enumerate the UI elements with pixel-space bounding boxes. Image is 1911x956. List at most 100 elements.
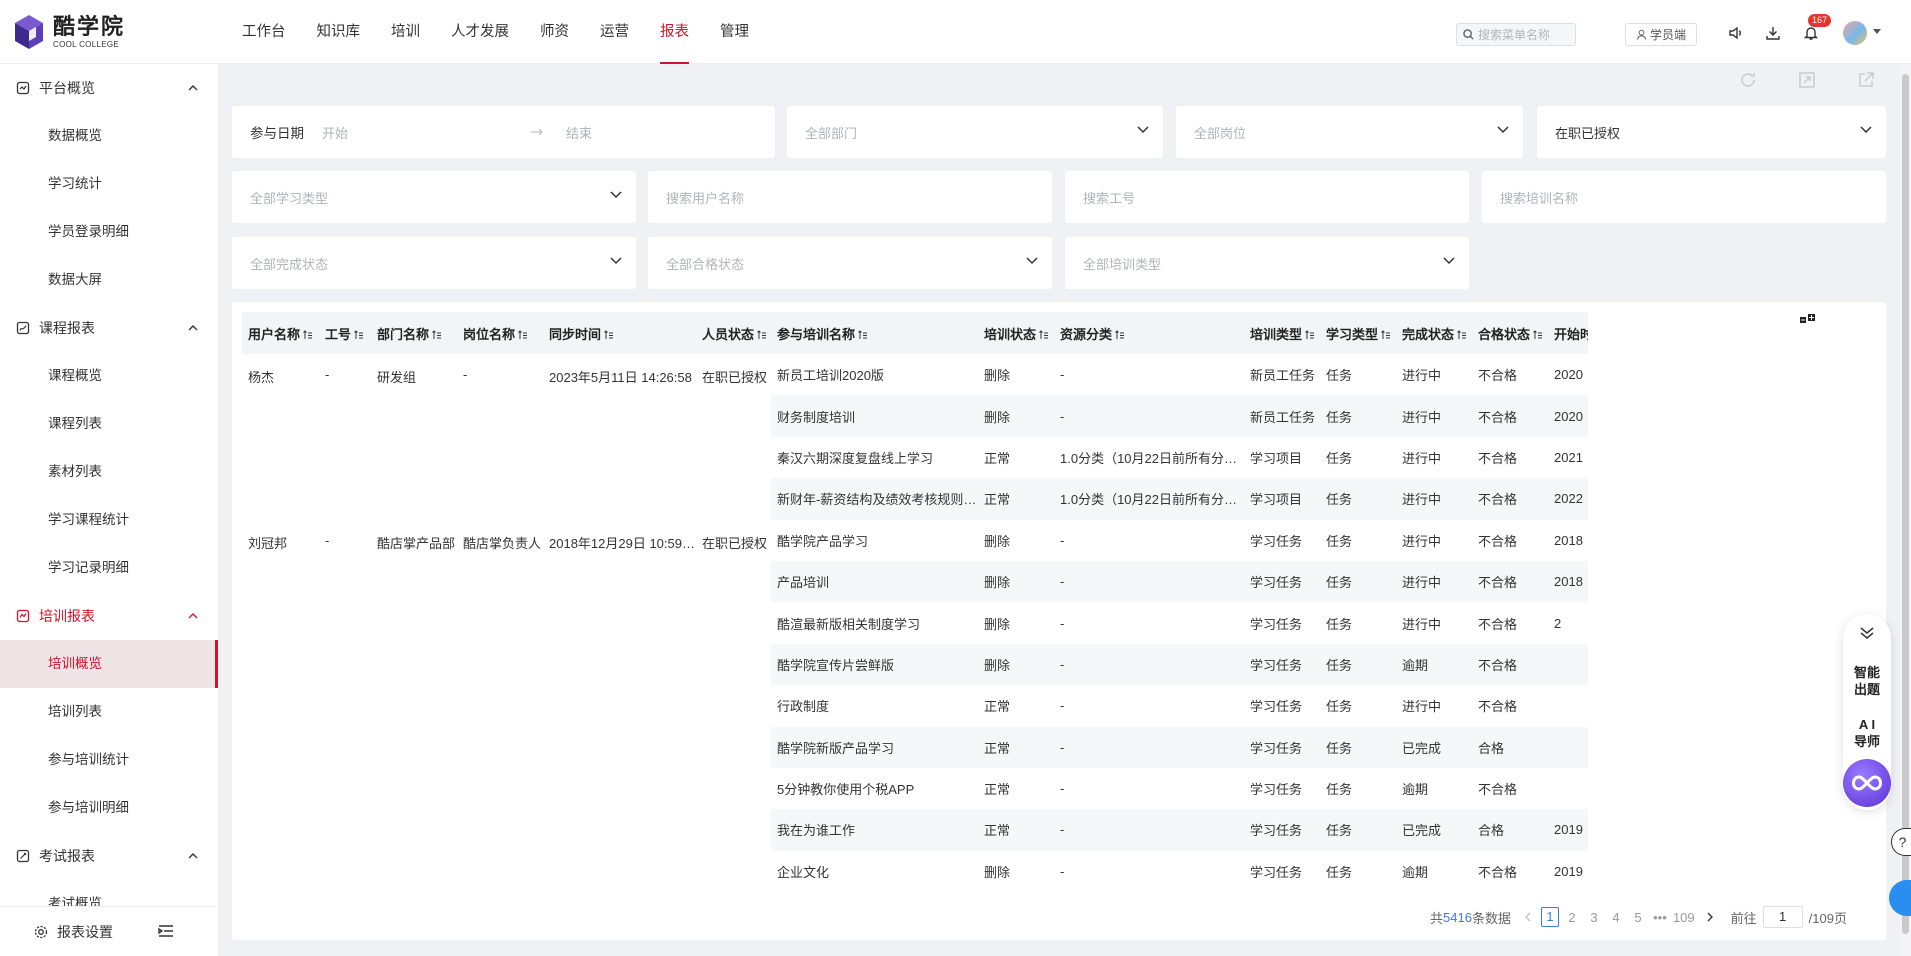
avatar[interactable] [1843,21,1867,45]
date-start-input[interactable]: 开始 [322,123,530,142]
smart-question-button[interactable]: 智能出题 [1843,664,1891,698]
sort-icon[interactable] [1533,330,1543,340]
sidebar-item[interactable]: 学员登录明细 [0,208,218,256]
sort-icon[interactable] [432,330,442,340]
column-header[interactable]: 用户名称 [242,312,319,354]
ai-tutor-button[interactable]: A I 导师 [1843,716,1891,750]
nav-item-5[interactable]: 运营 [600,0,629,64]
sort-icon[interactable] [757,330,767,340]
double-chevron-down-icon[interactable] [1859,626,1875,640]
column-header[interactable]: 工号 [319,312,371,354]
column-header[interactable]: 开始时 [1548,312,1588,354]
sidebar-group-1[interactable]: 课程报表 [0,304,218,352]
nav-item-6[interactable]: 报表 [660,0,689,64]
study-type-select[interactable]: 全部学习类型 [232,171,636,223]
page-scrollbar[interactable] [1900,64,1911,956]
column-header[interactable]: 学习类型 [1320,312,1396,354]
column-header[interactable]: 资源分类 [1054,312,1244,354]
table-cell: 不合格 [1478,368,1518,384]
sort-icon[interactable] [1039,330,1049,340]
table-cell: 学习任务 [1250,864,1303,880]
user-search-input[interactable]: 搜索用户名称 [648,171,1052,223]
date-range-picker[interactable]: 参与日期 开始 结束 [232,106,775,158]
sidebar-item[interactable]: 学习统计 [0,160,218,208]
pass-status-select[interactable]: 全部合格状态 [648,237,1052,289]
report-settings-button[interactable]: 报表设置 [0,906,218,956]
page-number[interactable]: 109 [1673,910,1695,925]
next-page-icon[interactable] [1705,912,1715,922]
nav-item-7[interactable]: 管理 [720,0,749,64]
training-search-input[interactable]: 搜索培训名称 [1482,171,1886,223]
goto-page-input[interactable]: 1 [1762,906,1803,928]
post-select[interactable]: 全部岗位 [1176,106,1523,158]
nav-item-1[interactable]: 知识库 [317,0,361,64]
page-number[interactable]: 4 [1607,910,1625,925]
ai-assistant-orb[interactable] [1843,759,1891,807]
page-number[interactable]: 3 [1585,910,1603,925]
fullscreen-icon[interactable] [1797,70,1817,90]
sort-icon[interactable] [1115,330,1125,340]
sidebar-item[interactable]: 学习记录明细 [0,544,218,592]
column-settings-icon[interactable] [1800,314,1816,326]
page-number[interactable]: 1 [1540,907,1559,927]
sidebar-item[interactable]: 参与培训明细 [0,784,218,832]
date-end-input[interactable]: 结束 [566,123,592,142]
sort-icon[interactable] [1381,330,1391,340]
table-cell: 正常 [984,450,1011,466]
student-portal-button[interactable]: 学员端 [1625,23,1697,46]
sidebar-item[interactable]: 素材列表 [0,448,218,496]
nav-item-3[interactable]: 人才发展 [451,0,509,64]
sidebar-item[interactable]: 培训概览 [0,640,218,688]
column-header[interactable]: 完成状态 [1396,312,1472,354]
sidebar-item[interactable]: 数据概览 [0,112,218,160]
prev-page-icon[interactable] [1523,912,1533,922]
customer-service-button[interactable] [1889,880,1911,916]
refresh-icon[interactable] [1738,70,1758,90]
sidebar-item[interactable]: 培训列表 [0,688,218,736]
scrollbar-thumb[interactable] [1902,74,1909,934]
page-number[interactable]: ••• [1651,910,1669,925]
job-number-input[interactable]: 搜索工号 [1065,171,1469,223]
sidebar-item[interactable]: 数据大屏 [0,256,218,304]
column-header[interactable]: 同步时间 [543,312,696,354]
sidebar-item[interactable]: 参与培训统计 [0,736,218,784]
column-header[interactable]: 合格状态 [1472,312,1548,354]
column-header[interactable]: 参与培训名称 [771,312,978,354]
sidebar-item[interactable]: 课程概览 [0,352,218,400]
brand-logo[interactable]: 酷学院 COOL COLLEGE [14,14,125,50]
sort-icon[interactable] [303,330,313,340]
download-icon[interactable] [1764,24,1782,42]
help-button[interactable]: ? [1891,828,1911,856]
complete-status-select[interactable]: 全部完成状态 [232,237,636,289]
employee-status-select[interactable]: 在职已授权 [1537,106,1886,158]
sort-icon[interactable] [1305,330,1315,340]
sort-icon[interactable] [1457,330,1467,340]
sort-icon[interactable] [604,330,614,340]
sidebar-item[interactable]: 学习课程统计 [0,496,218,544]
collapse-menu-icon[interactable] [158,924,174,938]
nav-item-4[interactable]: 师资 [540,0,569,64]
sort-icon[interactable] [354,330,364,340]
sidebar-group-0[interactable]: 平台概览 [0,64,218,112]
sort-icon[interactable] [858,330,868,340]
column-header[interactable]: 岗位名称 [457,312,543,354]
table-cell: 2 [1554,615,1562,631]
sidebar-group-3[interactable]: 考试报表 [0,832,218,880]
column-header[interactable]: 培训状态 [978,312,1054,354]
page-number[interactable]: 2 [1563,910,1581,925]
caret-down-icon[interactable] [1873,29,1881,35]
column-header[interactable]: 培训类型 [1244,312,1320,354]
export-icon[interactable] [1856,70,1876,90]
column-header[interactable]: 人员状态 [696,312,771,354]
column-header[interactable]: 部门名称 [371,312,457,354]
department-select[interactable]: 全部部门 [787,106,1163,158]
page-number[interactable]: 5 [1629,910,1647,925]
menu-search-input[interactable]: 搜索菜单名称 [1456,23,1576,46]
speaker-icon[interactable] [1727,24,1745,42]
sidebar-item[interactable]: 课程列表 [0,400,218,448]
nav-item-0[interactable]: 工作台 [242,0,286,64]
sort-icon[interactable] [518,330,528,340]
nav-item-2[interactable]: 培训 [391,0,420,64]
training-type-select[interactable]: 全部培训类型 [1065,237,1469,289]
sidebar-group-2[interactable]: 培训报表 [0,592,218,640]
